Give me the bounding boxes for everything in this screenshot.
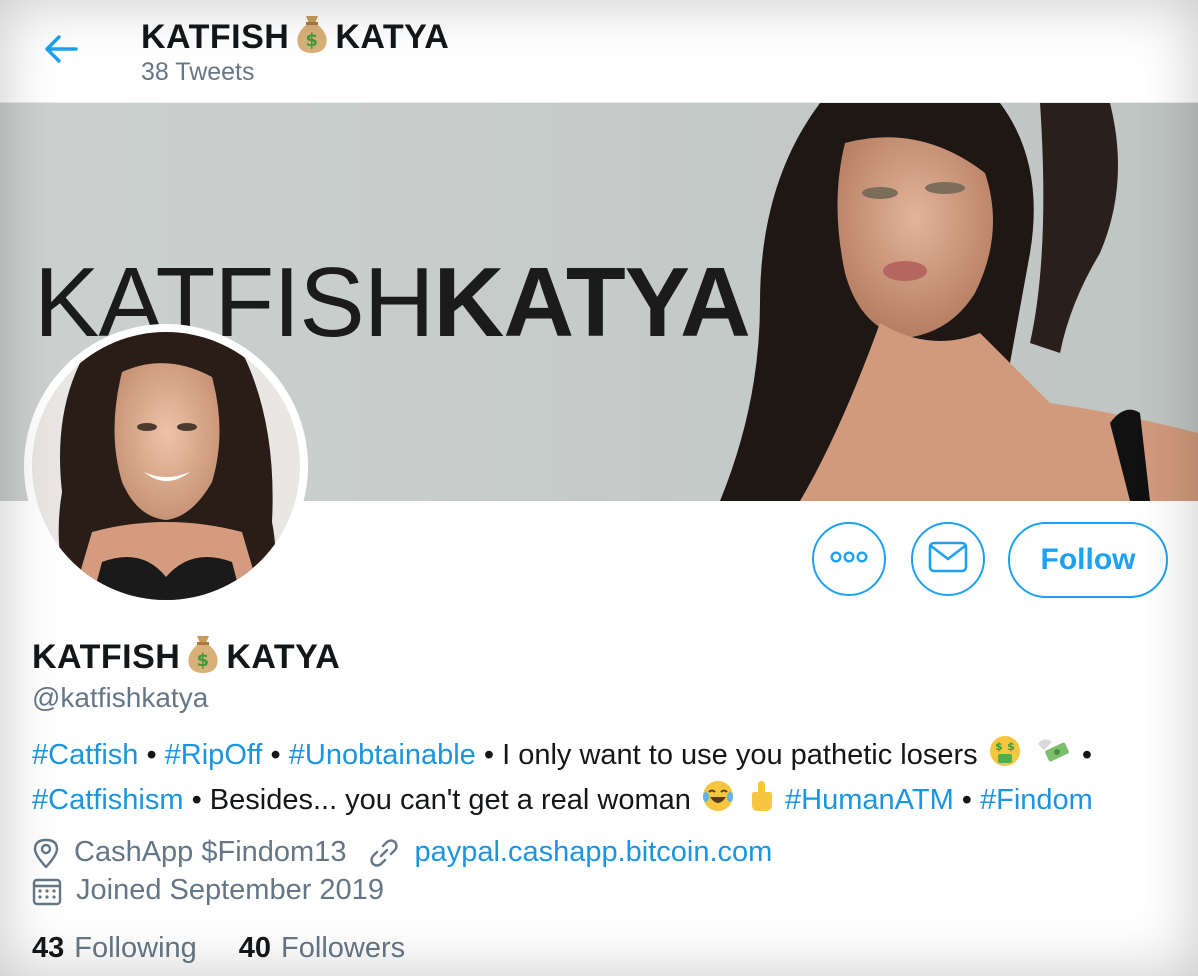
- hashtag-link[interactable]: #Findom: [980, 784, 1093, 816]
- svg-text:$: $: [306, 30, 319, 51]
- more-icon: [829, 550, 869, 568]
- avatar[interactable]: [24, 324, 308, 608]
- link-icon: [368, 837, 400, 869]
- back-button[interactable]: [38, 28, 84, 74]
- svg-text:$: $: [995, 740, 1003, 753]
- profile-header: KATFISH $ KATYA 38 Tweets: [0, 0, 1198, 103]
- message-button[interactable]: [911, 522, 985, 596]
- back-arrow-icon: [43, 34, 79, 69]
- crying-laughing-icon: [701, 779, 735, 824]
- followers-link[interactable]: 40 Followers: [239, 932, 405, 965]
- bullet-separator: •: [961, 784, 972, 817]
- bullet-separator: •: [146, 739, 157, 772]
- profile-website-link[interactable]: paypal.cashapp.bitcoin.com: [414, 836, 772, 869]
- avatar-photo: [32, 332, 300, 600]
- money-bag-icon: $: [292, 12, 332, 63]
- following-count: 43: [32, 932, 65, 964]
- svg-text:$: $: [197, 650, 210, 671]
- bullet-separator: •: [1081, 739, 1092, 772]
- bullet-separator: •: [483, 739, 495, 772]
- followers-count: 40: [238, 932, 272, 964]
- follow-button[interactable]: Follow: [1008, 522, 1168, 598]
- middle-finger-icon: [747, 779, 775, 824]
- location-icon: [32, 837, 60, 869]
- profile-stats: 43 Following 40 Followers: [32, 932, 447, 965]
- calendar-icon: [32, 876, 62, 906]
- money-with-wings-icon: [1034, 734, 1072, 779]
- bio-text: I only want to use you pathetic losers: [502, 739, 978, 772]
- header-name-left: KATFISH: [141, 18, 290, 56]
- hashtag-link[interactable]: #Catfishism: [32, 784, 184, 816]
- profile-meta-joined: Joined September 2019: [32, 874, 384, 907]
- header-name-right: KATYA: [335, 18, 450, 56]
- hashtag-link[interactable]: #HumanATM: [785, 784, 954, 816]
- tweet-count: 38 Tweets: [141, 58, 255, 86]
- hashtag-link[interactable]: #Catfish: [32, 739, 138, 771]
- profile-joined-date: Joined September 2019: [76, 874, 384, 906]
- mail-icon: [928, 541, 968, 578]
- header-title: KATFISH $ KATYA: [141, 12, 449, 63]
- following-label: Following: [74, 932, 197, 964]
- bio-text: Besides... you can't get a real woman: [209, 784, 691, 817]
- profile-meta-location-website: CashApp $Findom13 paypal.cashapp.bitcoin…: [32, 836, 772, 869]
- money-mouth-face-icon: $ $: [988, 734, 1022, 779]
- bullet-separator: •: [191, 784, 202, 817]
- more-options-button[interactable]: [812, 522, 886, 596]
- profile-bio: #Catfish • #RipOff • #Unobtainable • I o…: [32, 734, 1172, 824]
- followers-label: Followers: [281, 932, 406, 964]
- hashtag-link[interactable]: #Unobtainable: [289, 739, 476, 771]
- profile-location: CashApp $Findom13: [74, 836, 347, 868]
- profile-name-left: KATFISH: [32, 638, 181, 676]
- bullet-separator: •: [270, 739, 281, 772]
- money-bag-icon: $: [183, 632, 223, 683]
- following-link[interactable]: 43 Following: [32, 932, 197, 965]
- profile-display-name: KATFISH $ KATYA: [32, 632, 340, 683]
- profile-handle: @katfishkatya: [32, 682, 209, 713]
- profile-name-right: KATYA: [226, 638, 341, 676]
- svg-text:$: $: [1007, 740, 1015, 753]
- hashtag-link[interactable]: #RipOff: [165, 739, 263, 771]
